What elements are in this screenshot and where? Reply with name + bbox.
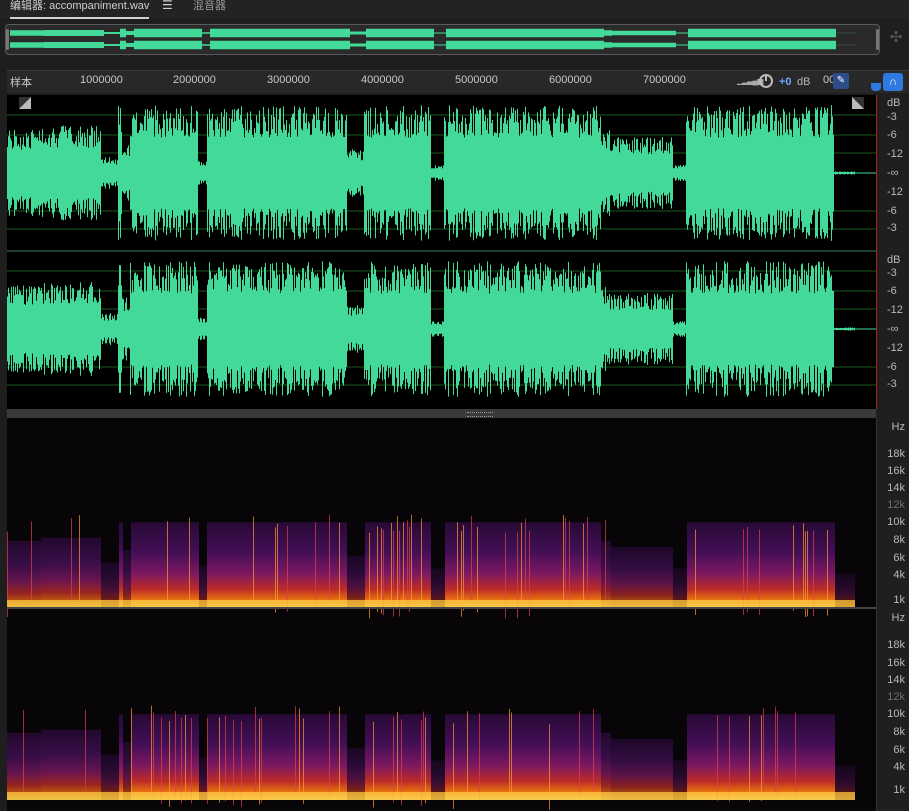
waveform-svg — [7, 105, 876, 397]
hz-label: 10k — [887, 516, 905, 528]
hz-label: 18k — [887, 448, 905, 460]
spectrogram-svg — [7, 514, 876, 810]
tab-editor[interactable]: 编辑器: accompaniment.wav — [10, 0, 150, 19]
overview-right-handle[interactable] — [876, 29, 879, 50]
db-label: -∞ — [887, 323, 899, 335]
db-label: -3 — [887, 378, 897, 390]
pin-icon[interactable]: ✎ — [833, 73, 849, 89]
fade-out-handle[interactable] — [852, 97, 864, 109]
hz-label: 10k — [887, 708, 905, 720]
db-label: -12 — [887, 342, 903, 354]
db-label: -3 — [887, 222, 897, 234]
hz-label: 12k — [887, 691, 905, 703]
hz-label: 12k — [887, 499, 905, 511]
waveform-channel-right — [7, 261, 876, 397]
volume-knob-icon[interactable] — [759, 74, 773, 88]
overview-waveform — [10, 28, 856, 50]
db-label: -12 — [887, 148, 903, 160]
hz-label: 16k — [887, 657, 905, 669]
hz-label: 6k — [893, 744, 905, 756]
waveform-overview[interactable] — [5, 24, 880, 55]
amplitude-scale[interactable]: dB -3 -6 -12 -∞ -12 -6 -3 dB -3 -6 -12 -… — [876, 95, 909, 409]
hz-label: 6k — [893, 552, 905, 564]
spectral-frequency-view[interactable] — [7, 418, 876, 811]
db-label: dB — [887, 254, 901, 266]
hamburger-icon[interactable]: ☰ — [162, 0, 173, 12]
view-splitter[interactable] — [7, 409, 876, 418]
hz-label: Hz — [891, 612, 905, 624]
db-label: -6 — [887, 129, 897, 141]
volume-unit: dB — [797, 76, 811, 88]
db-label: -6 — [887, 205, 897, 217]
frequency-scale[interactable]: Hz 18k 16k 14k 12k 10k 8k 6k 4k 1k Hz 18… — [876, 418, 909, 811]
ruler-tick-label: 6000000 — [549, 74, 592, 86]
hz-label: 18k — [887, 639, 905, 651]
fade-in-handle[interactable] — [19, 97, 31, 109]
db-label: -3 — [887, 267, 897, 279]
db-label: -3 — [887, 111, 897, 123]
hz-label: 8k — [893, 726, 905, 738]
waveform-channel-left — [7, 105, 876, 241]
db-label: dB — [887, 97, 901, 109]
ruler-tick-label: 2000000 — [173, 74, 216, 86]
hz-label: Hz — [891, 421, 905, 433]
ruler-unit-label: 样本 — [10, 77, 32, 89]
db-label: -6 — [887, 285, 897, 297]
tab-bar: 编辑器: accompaniment.wav ☰ 混音器 — [0, 0, 909, 19]
hz-label: 1k — [893, 784, 905, 796]
spectrogram-channel-left — [7, 514, 855, 619]
splitter-grip-icon[interactable] — [467, 412, 493, 417]
zoom-navigator-icon[interactable]: ✣ — [887, 29, 905, 47]
overview-left-handle[interactable] — [6, 29, 9, 50]
hz-label: 14k — [887, 482, 905, 494]
ruler-tick-label: 3000000 — [267, 74, 310, 86]
db-label: -12 — [887, 186, 903, 198]
hz-label: 16k — [887, 465, 905, 477]
spectrogram-channel-right — [7, 705, 855, 810]
waveform-view[interactable] — [7, 95, 876, 409]
db-label: -∞ — [887, 167, 899, 179]
ruler-tick-label: 7000000 — [643, 74, 686, 86]
ruler-tick-label: 5000000 — [455, 74, 498, 86]
volume-control-area: ▁▂▃▄▅ +0 dB 0000 ✎ ∩ — [725, 70, 909, 93]
hz-label: 14k — [887, 674, 905, 686]
hz-label: 8k — [893, 534, 905, 546]
ruler-tick-label: 1000000 — [80, 74, 123, 86]
headphone-icon[interactable]: ∩ — [883, 73, 903, 91]
db-label: -12 — [887, 304, 903, 316]
ruler-tick-label: 4000000 — [361, 74, 404, 86]
hz-label: 1k — [893, 594, 905, 606]
tab-mixer[interactable]: 混音器 — [193, 0, 226, 16]
volume-value[interactable]: +0 — [779, 76, 792, 88]
db-label: -6 — [887, 361, 897, 373]
hz-label: 4k — [893, 569, 905, 581]
time-ruler[interactable]: 样本 1000000 2000000 3000000 4000000 50000… — [7, 70, 725, 93]
hz-label: 4k — [893, 761, 905, 773]
playhead-marker[interactable] — [871, 83, 881, 91]
